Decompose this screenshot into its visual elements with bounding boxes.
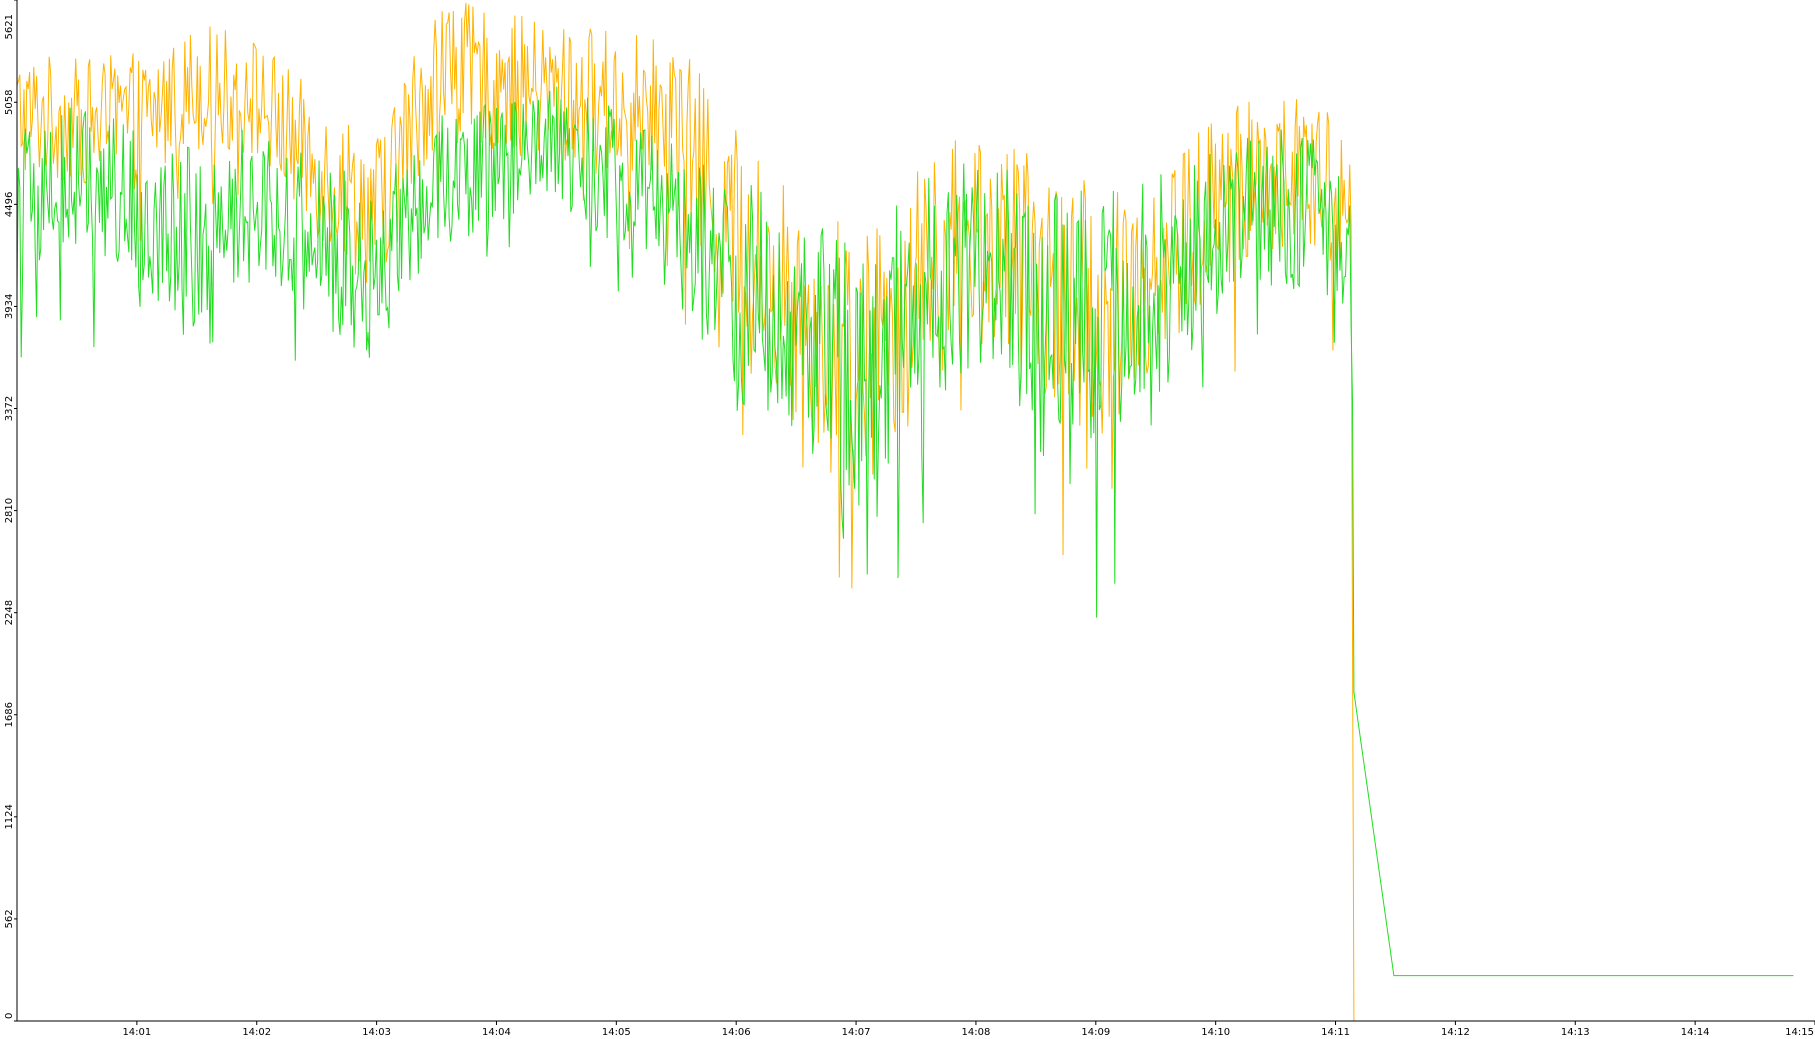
x-tick-label: 14:04 <box>482 1027 511 1038</box>
y-tick-label: 3372 <box>4 396 15 421</box>
x-tick-label: 14:07 <box>842 1027 871 1038</box>
y-tick-label: 562 <box>4 909 15 928</box>
x-tick-label: 14:12 <box>1441 1027 1470 1038</box>
x-tick-label: 14:05 <box>602 1027 631 1038</box>
x-tick-label: 14:02 <box>242 1027 271 1038</box>
x-tick-label: 14:14 <box>1681 1027 1710 1038</box>
y-tick-label: 1124 <box>4 804 15 829</box>
y-tick-label: 1686 <box>4 702 15 727</box>
series-line-1 <box>16 2 1794 1022</box>
x-tick-label: 14:15 <box>1785 1027 1814 1038</box>
x-tick-label: 14:11 <box>1321 1027 1350 1038</box>
x-tick-label: 14:09 <box>1081 1027 1110 1038</box>
x-tick-label: 14:03 <box>362 1027 391 1038</box>
y-tick-label: 5058 <box>4 90 15 115</box>
axis-layer: 0 562 1124 1686 2248 2810 3372 3934 4496 5058 5621… <box>4 0 1815 1038</box>
x-tick-label: 14:06 <box>722 1027 751 1038</box>
y-tick-label: 5621 <box>4 14 15 39</box>
series-layer <box>16 2 1794 1022</box>
y-tick-label: 2810 <box>4 498 15 523</box>
y-tick-label: 2248 <box>4 600 15 625</box>
x-tick-label: 14:13 <box>1561 1027 1590 1038</box>
y-tick-label: 3934 <box>4 294 15 319</box>
chart-root: 0 562 1124 1686 2248 2810 3372 3934 4496 5058 5621… <box>0 0 1815 1039</box>
x-tick-label: 14:01 <box>122 1027 151 1038</box>
series-line-2 <box>16 86 1794 977</box>
y-tick-label: 0 <box>4 1013 15 1019</box>
x-tick-label: 14:08 <box>962 1027 991 1038</box>
x-tick-label: 14:10 <box>1201 1027 1230 1038</box>
y-tick-label: 4496 <box>4 192 15 217</box>
time-series-chart: 0 562 1124 1686 2248 2810 3372 3934 4496 5058 5621… <box>4 0 1815 1038</box>
